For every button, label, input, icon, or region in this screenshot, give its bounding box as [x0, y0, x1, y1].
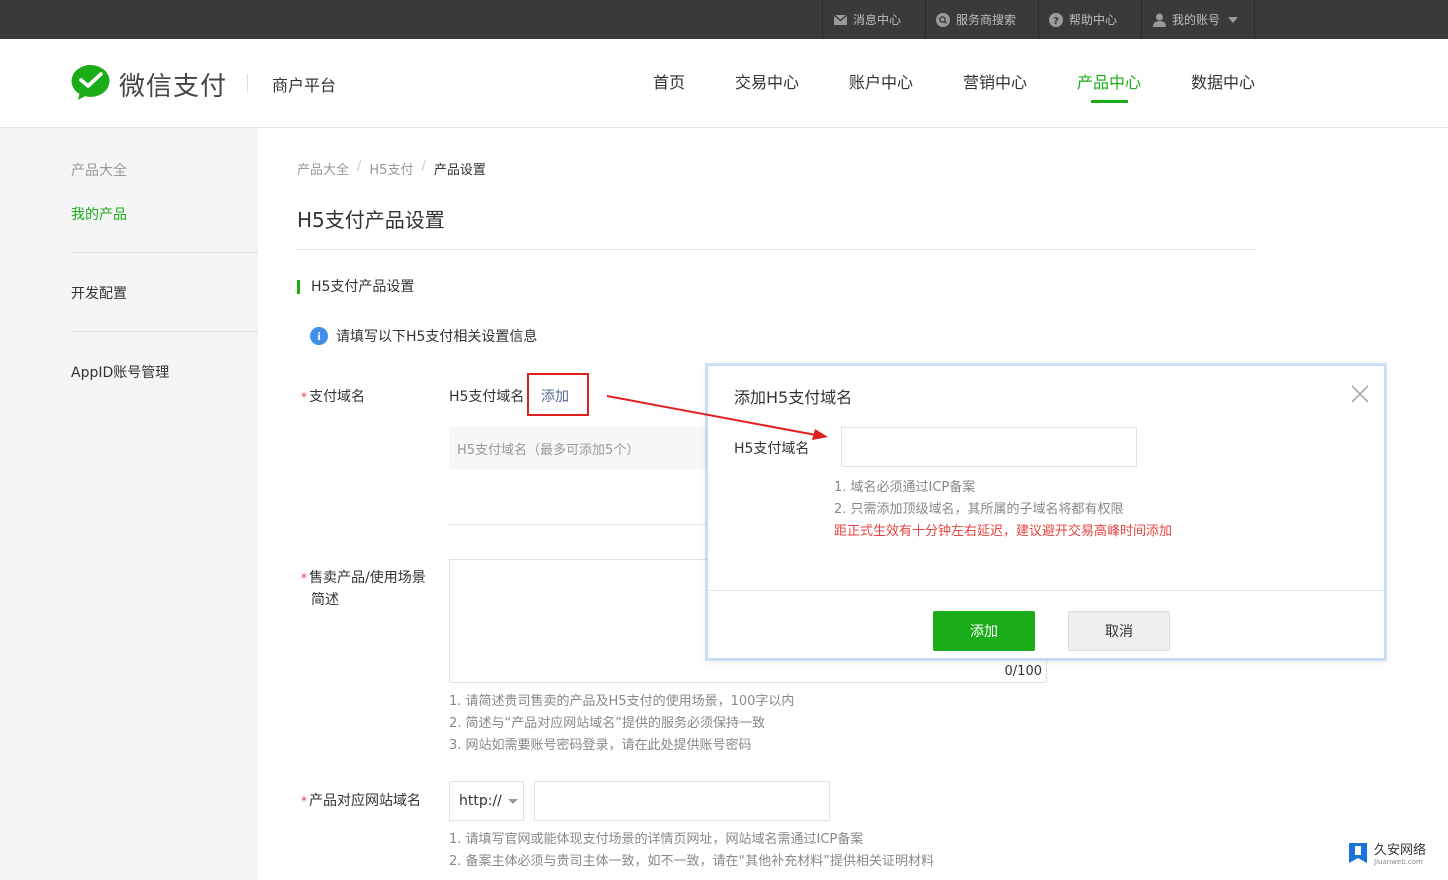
- title-divider: [297, 249, 1256, 250]
- dialog-hint-1: 1. 域名必须通过ICP备案: [834, 480, 976, 495]
- sidebar-divider: [71, 252, 258, 253]
- dialog-footer-divider: [708, 590, 1384, 591]
- left-sidebar: 产品大全 我的产品 开发配置 AppID账号管理: [0, 128, 258, 880]
- help-link[interactable]: ? 帮助中心: [1038, 0, 1141, 39]
- sidebar-item-dev-config[interactable]: 开发配置: [71, 283, 127, 303]
- breadcrumb-products[interactable]: 产品大全: [297, 159, 349, 178]
- search-circle-icon: [936, 12, 950, 27]
- nav-data-center[interactable]: 数据中心: [1191, 69, 1255, 93]
- nav-home[interactable]: 首页: [653, 69, 685, 93]
- svg-text:?: ?: [1053, 16, 1059, 27]
- sidebar-item-my-products[interactable]: 我的产品: [71, 204, 127, 224]
- nav-product-center[interactable]: 产品中心: [1077, 69, 1141, 93]
- website-url-input[interactable]: [534, 781, 830, 821]
- watermark-url: Jiuanweb.com: [1374, 858, 1423, 866]
- help-label: 帮助中心: [1069, 13, 1118, 27]
- required-mark: *: [301, 794, 307, 808]
- watermark-text: 久安网络: [1374, 843, 1427, 858]
- wechat-pay-logo[interactable]: 微信支付: [71, 64, 227, 105]
- protocol-select[interactable]: http://: [449, 781, 524, 821]
- scenario-label: * 售卖产品/使用场景 简述: [301, 570, 426, 608]
- provider-search-link[interactable]: 服务商搜索: [925, 0, 1038, 39]
- top-bar: 消息中心 服务商搜索 ? 帮助中心 我的账号: [0, 0, 1448, 39]
- add-domain-dialog: 添加H5支付域名 H5支付域名 1. 域名必须通过ICP备案 2. 只需添加顶级…: [707, 365, 1385, 659]
- messages-label: 消息中心: [853, 13, 902, 27]
- scenario-hint-3: 3. 网站如需要账号密码登录，请在此处提供账号密码: [449, 738, 752, 753]
- annotation-highlight-box: [527, 373, 589, 416]
- sidebar-group-products: 产品大全: [71, 163, 127, 179]
- dialog-field-label: H5支付域名: [734, 441, 810, 457]
- scenario-hint-1: 1. 请简述贵司售卖的产品及H5支付的使用场景，100字以内: [449, 694, 795, 709]
- h5-domain-label: H5支付域名: [449, 389, 525, 405]
- account-label: 我的账号: [1172, 13, 1221, 27]
- info-icon: i: [310, 327, 328, 345]
- provider-search-label: 服务商搜索: [956, 13, 1017, 27]
- dialog-add-button[interactable]: 添加: [933, 611, 1035, 651]
- required-mark: *: [301, 571, 307, 585]
- close-icon[interactable]: [1350, 384, 1370, 404]
- pay-domain-label: * 支付域名: [301, 389, 365, 405]
- site-header: 微信支付 商户平台 首页 交易中心 账户中心 营销中心 产品中心 数据中心: [0, 39, 1448, 128]
- merchant-platform-label: 商户平台: [272, 76, 337, 95]
- breadcrumb: 产品大全 / H5支付 / 产品设置: [297, 159, 486, 178]
- nav-marketing-center[interactable]: 营销中心: [963, 69, 1027, 93]
- breadcrumb-separator: /: [421, 159, 426, 174]
- account-menu[interactable]: 我的账号: [1141, 0, 1255, 39]
- dialog-hint-2: 2. 只需添加顶级域名，其所属的子域名将都有权限: [834, 502, 1124, 517]
- page-title: H5支付产品设置: [297, 208, 445, 232]
- breadcrumb-separator: /: [357, 159, 362, 174]
- nav-trade-center[interactable]: 交易中心: [735, 69, 799, 93]
- website-hint-1: 1. 请填写官网或能体现支付场景的详情页网址，网站域名需通过ICP备案: [449, 832, 864, 847]
- website-hints: 1. 请填写官网或能体现支付场景的详情页网址，网站域名需通过ICP备案 2. 备…: [449, 829, 934, 873]
- breadcrumb-current: 产品设置: [433, 163, 486, 178]
- scenario-hints: 1. 请简述贵司售卖的产品及H5支付的使用场景，100字以内 2. 简述与“产品…: [449, 691, 794, 757]
- protocol-value: http://: [459, 793, 502, 809]
- sidebar-divider: [71, 331, 258, 332]
- scenario-hint-2: 2. 简述与“产品对应网站域名”提供的服务必须保持一致: [449, 716, 766, 731]
- dialog-title: 添加H5支付域名: [734, 388, 853, 407]
- logo-divider: [247, 74, 248, 92]
- dialog-warning: 距正式生效有十分钟左右延迟，建议避开交易高峰时间添加: [834, 524, 1173, 539]
- website-domain-label: * 产品对应网站域名: [301, 793, 421, 809]
- mail-icon: [833, 13, 847, 27]
- messages-link[interactable]: 消息中心: [822, 0, 925, 39]
- chevron-down-icon: [1226, 13, 1240, 27]
- char-counter: 0/100: [1004, 664, 1042, 679]
- website-hint-2: 2. 备案主体必须与贵司主体一致，如不一致，请在“其他补充材料”提供相关证明材料: [449, 854, 935, 869]
- sidebar-item-appid[interactable]: AppID账号管理: [71, 362, 169, 382]
- watermark: 久安网络 Jiuanweb.com: [1346, 840, 1426, 870]
- required-mark: *: [301, 390, 307, 404]
- chevron-down-icon: [507, 798, 518, 804]
- dialog-domain-input[interactable]: [841, 427, 1137, 467]
- nav-account-center[interactable]: 账户中心: [849, 69, 913, 93]
- help-icon: ?: [1049, 12, 1063, 27]
- watermark-logo-icon: [1346, 840, 1370, 870]
- user-icon: [1152, 13, 1166, 27]
- dialog-cancel-button[interactable]: 取消: [1068, 611, 1170, 651]
- nav-active-indicator: [1091, 100, 1128, 103]
- section-title: H5支付产品设置: [297, 280, 414, 294]
- info-notice: i 请填写以下H5支付相关设置信息: [310, 326, 537, 346]
- wechat-pay-logo-icon: [71, 64, 110, 105]
- breadcrumb-h5pay[interactable]: H5支付: [369, 159, 413, 178]
- info-text: 请填写以下H5支付相关设置信息: [336, 329, 538, 345]
- logo-text: 微信支付: [119, 72, 228, 102]
